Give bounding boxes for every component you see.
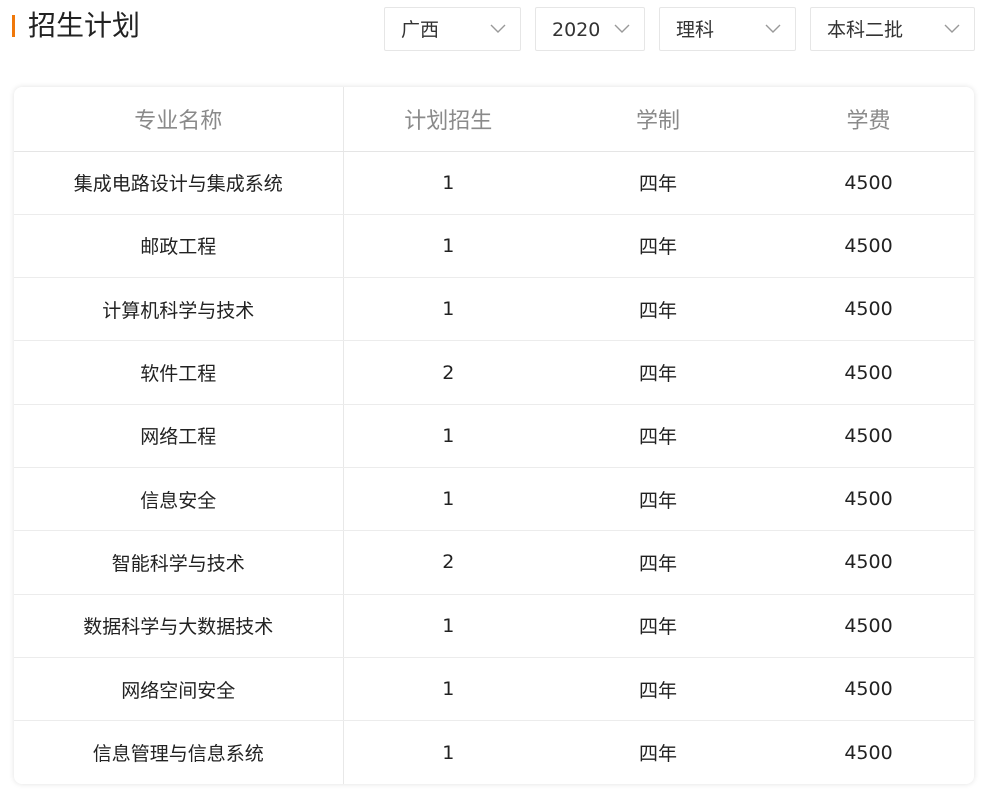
tuition-cell: 4500 (763, 467, 974, 532)
table-row: 集成电路设计与集成系统 1 四年 4500 (14, 151, 974, 215)
major-cell: 网络空间安全 (14, 657, 344, 722)
province-select[interactable]: 广西 (384, 7, 521, 51)
plan-cell: 1 (343, 214, 553, 279)
chevron-down-icon (765, 24, 781, 33)
title-accent-bar (12, 15, 15, 37)
duration-cell: 四年 (553, 657, 763, 722)
column-header-duration: 学制 (553, 87, 763, 152)
province-select-value: 广西 (401, 19, 440, 41)
tuition-cell: 4500 (763, 340, 974, 405)
major-cell: 信息管理与信息系统 (14, 720, 344, 784)
table-row: 软件工程 2 四年 4500 (14, 340, 974, 405)
duration-cell: 四年 (553, 340, 763, 405)
major-cell: 计算机科学与技术 (14, 277, 344, 342)
table-row: 网络工程 1 四年 4500 (14, 404, 974, 468)
major-cell: 软件工程 (14, 340, 344, 405)
plan-cell: 1 (343, 277, 553, 342)
table-row: 智能科学与技术 2 四年 4500 (14, 530, 974, 595)
tuition-cell: 4500 (763, 594, 974, 658)
table-row: 网络空间安全 1 四年 4500 (14, 657, 974, 722)
chevron-down-icon (944, 24, 960, 33)
column-header-tuition: 学费 (763, 87, 974, 152)
major-cell: 网络工程 (14, 404, 344, 468)
plan-cell: 1 (343, 467, 553, 532)
tuition-cell: 4500 (763, 214, 974, 279)
page-title: 招生计划 (28, 9, 141, 42)
plan-cell: 2 (343, 340, 553, 405)
tuition-cell: 4500 (763, 657, 974, 722)
table-row: 信息管理与信息系统 1 四年 4500 (14, 720, 974, 784)
duration-cell: 四年 (553, 151, 763, 215)
plan-cell: 1 (343, 594, 553, 658)
duration-cell: 四年 (553, 467, 763, 532)
tuition-cell: 4500 (763, 151, 974, 215)
subject-select[interactable]: 理科 (659, 7, 796, 51)
plan-cell: 1 (343, 657, 553, 722)
table-header-row: 专业名称 计划招生 学制 学费 (14, 87, 974, 152)
duration-cell: 四年 (553, 404, 763, 468)
tuition-cell: 4500 (763, 404, 974, 468)
column-header-plan: 计划招生 (343, 87, 553, 152)
major-cell: 数据科学与大数据技术 (14, 594, 344, 658)
year-select-value: 2020 (552, 19, 601, 41)
plan-cell: 1 (343, 404, 553, 468)
page-header: 招生计划 广西 2020 理科 本科二批 (0, 0, 988, 60)
batch-select-value: 本科二批 (827, 19, 904, 41)
chevron-down-icon (614, 24, 630, 33)
major-cell: 邮政工程 (14, 214, 344, 279)
year-select[interactable]: 2020 (535, 7, 645, 51)
duration-cell: 四年 (638, 743, 677, 766)
enrollment-plan-table: 专业名称 计划招生 学制 学费 集成电路设计与集成系统 1 四年 4500 邮政… (14, 87, 974, 784)
duration-cell: 四年 (553, 594, 763, 658)
major-cell: 集成电路设计与集成系统 (14, 151, 344, 215)
batch-select[interactable]: 本科二批 (810, 7, 975, 51)
duration-cell: 四年 (553, 530, 763, 595)
plan-cell: 1 (343, 151, 553, 215)
table-row: 数据科学与大数据技术 1 四年 4500 (14, 594, 974, 658)
duration-cell: 四年 (553, 277, 763, 342)
table-row: 邮政工程 1 四年 4500 (14, 214, 974, 279)
plan-cell: 2 (343, 530, 553, 595)
table-row: 计算机科学与技术 1 四年 4500 (14, 277, 974, 342)
duration-cell: 四年 (553, 214, 763, 279)
table-row: 信息安全 1 四年 4500 (14, 467, 974, 532)
major-cell: 信息安全 (14, 467, 344, 532)
tuition-cell: 4500 (763, 530, 974, 595)
tuition-cell: 4500 (763, 277, 974, 342)
plan-cell: 1 (442, 741, 455, 764)
subject-select-value: 理科 (676, 19, 715, 41)
major-cell: 智能科学与技术 (14, 530, 344, 595)
chevron-down-icon (490, 24, 506, 33)
tuition-cell: 4500 (844, 741, 893, 764)
enrollment-plan-card: 专业名称 计划招生 学制 学费 集成电路设计与集成系统 1 四年 4500 邮政… (14, 87, 974, 784)
column-header-major: 专业名称 (14, 87, 344, 152)
